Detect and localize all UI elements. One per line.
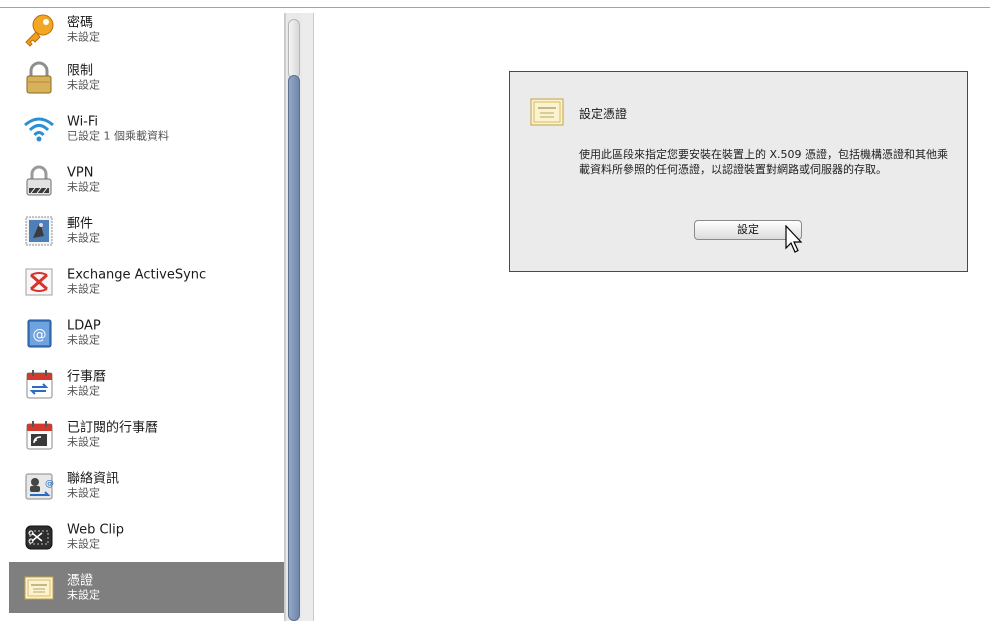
sidebar-item-certificates[interactable]: 憑證 未設定 [9,562,284,613]
scrollbar-thumb[interactable] [288,75,300,621]
mouse-pointer-icon [785,224,805,255]
mail-stamp-icon [21,213,57,249]
pane-splitter[interactable] [302,13,314,621]
sidebar-item-title: Exchange ActiveSync [67,267,207,282]
panel-description: 使用此區段來指定您要安裝在裝置上的 X.509 憑證，包括機構憑證和其他乘載資料… [579,148,949,176]
sidebar-item-status: 未設定 [67,537,100,550]
svg-text:@: @ [45,479,54,489]
sidebar-item-status: 未設定 [67,231,100,244]
wifi-icon [21,111,57,147]
sidebar-item-contacts[interactable]: @ 聯絡資訊 未設定 [9,460,284,511]
web-clip-icon [21,519,57,555]
sidebar-item-title: 憑證 [67,573,94,588]
sidebar-item-vpn[interactable]: VPN 未設定 [9,154,284,205]
sidebar-item-status: 已設定 1 個乘載資料 [67,129,169,142]
sidebar-item-passcode[interactable]: 密碼 未設定 [9,13,284,52]
sidebar-item-wifi[interactable]: Wi-Fi 已設定 1 個乘載資料 [9,103,284,154]
panel-title: 設定憑證 [579,107,628,121]
sidebar-item-web-clip[interactable]: Web Clip 未設定 [9,511,284,562]
sidebar-item-status: 未設定 [67,435,100,448]
sidebar-item-ldap[interactable]: @ LDAP 未設定 [9,307,284,358]
exchange-icon [21,264,57,300]
sidebar-item-status: 未設定 [67,588,100,601]
sidebar-item-title: 已訂閱的行事曆 [67,420,159,435]
sidebar-item-title: 限制 [67,63,94,78]
vpn-lock-icon [21,162,57,198]
sidebar-item-title: VPN [67,165,94,180]
sidebar-item-status: 未設定 [67,486,100,499]
sidebar-item-mail[interactable]: 郵件 未設定 [9,205,284,256]
sidebar-item-subscribed-calendar[interactable]: 已訂閱的行事曆 未設定 [9,409,284,460]
window-top-edge [0,0,990,8]
sidebar-item-title: 行事曆 [67,369,107,384]
sidebar-item-title: LDAP [67,318,101,333]
svg-text:@: @ [33,327,47,343]
sidebar-item-status: 未設定 [67,180,100,193]
sidebar-item-title: 郵件 [67,216,94,231]
sidebar-item-status: 未設定 [67,384,100,397]
sidebar-item-title: 聯絡資訊 [67,471,120,486]
scrollbar-track-cap [288,19,300,79]
sidebar-item-restrictions[interactable]: 限制 未設定 [9,52,284,103]
key-icon [21,13,57,48]
certificate-icon [21,570,57,606]
contacts-icon: @ [21,468,57,504]
sidebar-item-status: 未設定 [67,78,100,91]
sidebar-item-title: Wi-Fi [67,114,99,129]
ldap-address-book-icon: @ [21,315,57,351]
certificate-icon [530,98,564,126]
calendar-subscribed-icon [21,417,57,453]
sidebar-item-status: 未設定 [67,30,100,43]
sidebar-item-status: 未設定 [67,333,100,346]
sidebar-item-title: 密碼 [67,15,94,30]
sidebar-item-title: Web Clip [67,522,125,537]
sidebar-item-exchange[interactable]: Exchange ActiveSync 未設定 [9,256,284,307]
sidebar-item-status: 未設定 [67,282,100,295]
payload-sidebar: 密碼 未設定 限制 未設定 Wi-Fi 已設定 1 個乘載資料 VPN 未設定 … [9,13,285,621]
sidebar-scrollbar[interactable] [285,13,302,621]
configure-certificates-panel: 設定憑證 使用此區段來指定您要安裝在裝置上的 X.509 憑證，包括機構憑證和其… [509,71,968,272]
sidebar-item-calendar[interactable]: 行事曆 未設定 [9,358,284,409]
padlock-icon [21,60,57,96]
calendar-sync-icon [21,366,57,402]
